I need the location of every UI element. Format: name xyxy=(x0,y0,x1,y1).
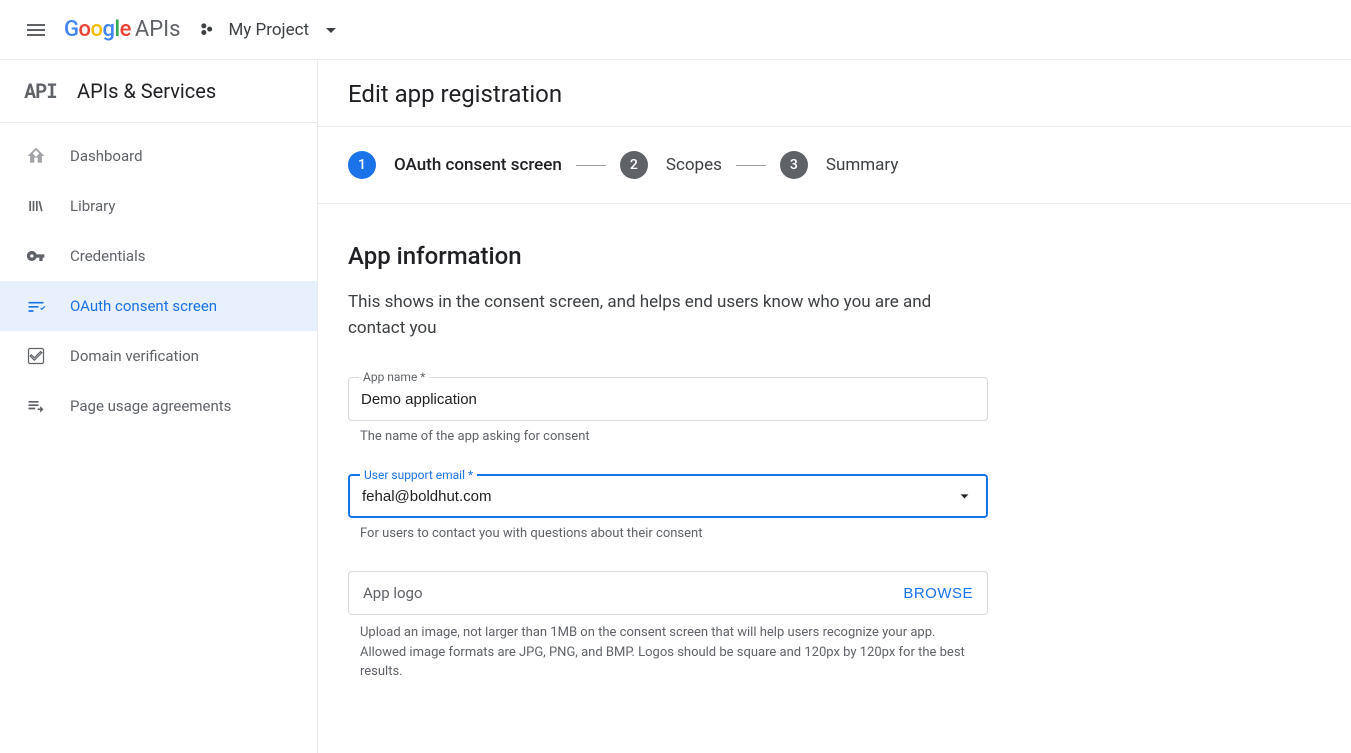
sidebar-item-page-usage[interactable]: Page usage agreements xyxy=(0,381,317,431)
step-label: Scopes xyxy=(666,155,722,175)
sidebar-item-label: Dashboard xyxy=(70,147,143,165)
form-area: App information This shows in the consen… xyxy=(318,204,1318,750)
field-app-logo: App logo BROWSE Upload an image, not lar… xyxy=(348,571,988,682)
dashboard-icon xyxy=(24,144,48,168)
step-oauth-consent[interactable]: 1 OAuth consent screen xyxy=(348,151,562,179)
main-layout: API APIs & Services Dashboard Library xyxy=(0,60,1351,753)
step-number: 3 xyxy=(780,151,808,179)
app-name-helper: The name of the app asking for consent xyxy=(348,429,988,444)
app-name-field-wrapper[interactable]: App name * xyxy=(348,377,988,421)
sidebar-item-label: OAuth consent screen xyxy=(70,297,217,315)
support-email-field-wrapper[interactable]: User support email * xyxy=(348,474,988,518)
support-email-select[interactable] xyxy=(350,488,955,505)
step-divider xyxy=(576,165,606,166)
hamburger-menu[interactable] xyxy=(12,6,60,54)
section-desc: This shows in the consent screen, and he… xyxy=(348,290,988,341)
topbar: Google APIs My Project xyxy=(0,0,1351,60)
sidebar-item-label: Credentials xyxy=(70,247,145,265)
hamburger-icon xyxy=(24,18,48,42)
step-number: 1 xyxy=(348,151,376,179)
agreements-icon xyxy=(24,394,48,418)
project-icon xyxy=(198,20,218,40)
page-title: Edit app registration xyxy=(348,80,1321,108)
step-summary[interactable]: 3 Summary xyxy=(780,151,898,179)
step-number: 2 xyxy=(620,151,648,179)
app-logo-placeholder: App logo xyxy=(363,584,423,602)
section-heading: App information xyxy=(348,242,1288,270)
step-label: OAuth consent screen xyxy=(394,155,562,175)
field-app-name: App name * The name of the app asking fo… xyxy=(348,377,988,444)
step-scopes[interactable]: 2 Scopes xyxy=(620,151,722,179)
library-icon xyxy=(24,194,48,218)
project-selector[interactable]: My Project xyxy=(198,18,343,42)
browse-button[interactable]: BROWSE xyxy=(903,585,973,602)
sidebar-title: APIs & Services xyxy=(77,79,216,103)
sidebar-item-domain-verification[interactable]: Domain verification xyxy=(0,331,317,381)
content: Edit app registration 1 OAuth consent sc… xyxy=(318,60,1351,753)
sidebar-item-label: Page usage agreements xyxy=(70,397,231,415)
app-name-label: App name * xyxy=(359,370,429,384)
logo[interactable]: Google APIs xyxy=(64,17,180,42)
step-divider xyxy=(736,165,766,166)
api-logo: API xyxy=(24,78,57,104)
app-logo-field-wrapper[interactable]: App logo BROWSE xyxy=(348,571,988,615)
app-name-input[interactable] xyxy=(349,391,987,408)
verified-icon xyxy=(24,344,48,368)
sidebar-item-label: Domain verification xyxy=(70,347,199,365)
app-logo-helper: Upload an image, not larger than 1MB on … xyxy=(348,623,968,682)
project-name: My Project xyxy=(228,20,309,40)
sidebar-item-label: Library xyxy=(70,197,115,215)
sidebar-item-library[interactable]: Library xyxy=(0,181,317,231)
apis-label: APIs xyxy=(135,17,181,42)
sidebar-item-credentials[interactable]: Credentials xyxy=(0,231,317,281)
page-title-row: Edit app registration xyxy=(318,60,1351,127)
dropdown-icon xyxy=(319,18,343,42)
key-icon xyxy=(24,244,48,268)
sidebar: API APIs & Services Dashboard Library xyxy=(0,60,318,753)
sidebar-item-dashboard[interactable]: Dashboard xyxy=(0,131,317,181)
stepper: 1 OAuth consent screen 2 Scopes 3 Summar… xyxy=(318,127,1351,204)
dropdown-icon xyxy=(955,486,974,506)
google-logo: Google xyxy=(64,17,131,42)
step-label: Summary xyxy=(826,155,898,175)
support-email-helper: For users to contact you with questions … xyxy=(348,526,988,541)
sidebar-item-oauth-consent[interactable]: OAuth consent screen xyxy=(0,281,317,331)
sidebar-header: API APIs & Services xyxy=(0,60,317,123)
sidebar-items: Dashboard Library Credentials OAuth cons… xyxy=(0,123,317,431)
field-support-email: User support email * For users to contac… xyxy=(348,474,988,541)
support-email-label: User support email * xyxy=(360,468,477,482)
consent-icon xyxy=(24,294,48,318)
